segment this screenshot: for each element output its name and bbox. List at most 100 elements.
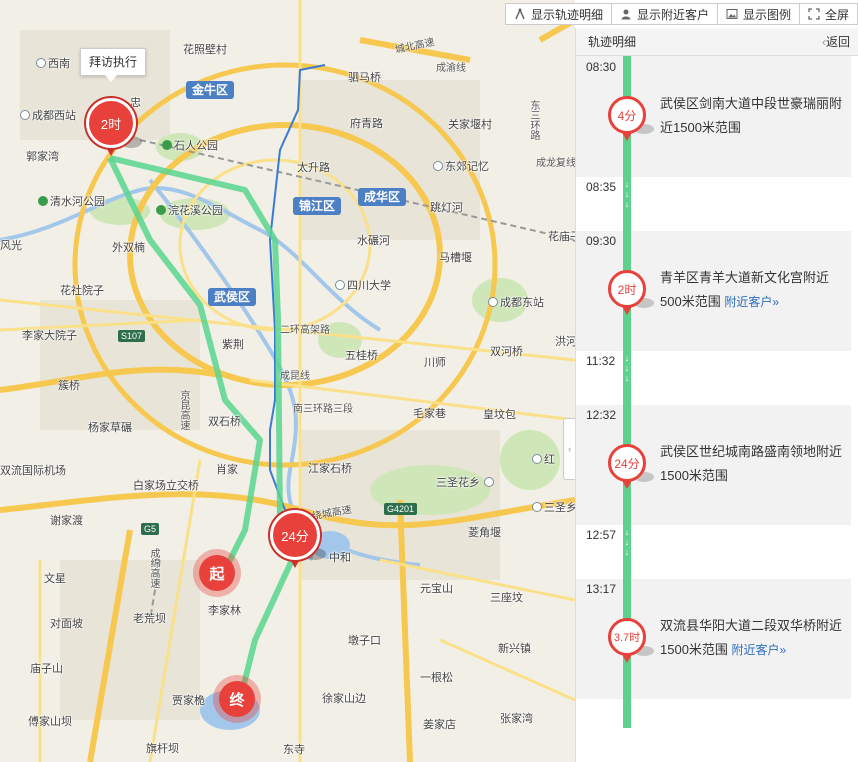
timeline-time: 08:35 [586, 180, 617, 194]
place-label: 张家湾 [500, 713, 533, 725]
start-marker[interactable]: 起 [199, 555, 235, 591]
stop-pin[interactable]: 24分 [270, 510, 326, 568]
fullscreen-label: 全屏 [824, 7, 849, 22]
place-label: 东郊记忆 [433, 161, 489, 173]
place-label: 郭家湾 [26, 151, 59, 163]
place-label: 李家大院子 [22, 330, 77, 342]
pin-label: 24分 [270, 510, 320, 560]
panel-header: 轨迹明细 ‹返回 [576, 28, 858, 56]
park-icon [38, 196, 48, 206]
place-label: 老荒坝 [133, 613, 166, 625]
stop-address: 武侯区世纪城南路盛南领地附近1500米范围 [660, 444, 843, 483]
place-label: 三座坟 [490, 592, 523, 604]
timeline: 08:30 08:35 09:30 11:32 12:32 12:57 13:1… [576, 56, 858, 728]
place-label: 白家场立交桥 [133, 480, 199, 492]
road-shield: G4201 [384, 503, 418, 515]
place-label: 李家林 [208, 605, 241, 617]
landmark-icon [532, 502, 542, 512]
university-icon [335, 280, 345, 290]
place-label: 双石桥 [208, 416, 241, 428]
timeline-gap [576, 177, 851, 231]
road-label: 东三环路 [528, 100, 539, 140]
show-track-detail-button[interactable]: 显示轨迹明细 [506, 4, 612, 24]
place-label: 洪河 [555, 336, 575, 348]
place-label: 簇桥 [58, 380, 80, 392]
place-label: 毛家巷 [413, 408, 446, 420]
landmark-icon [433, 161, 443, 171]
stop-pin-icon: 4分 [608, 96, 654, 144]
timeline-time: 12:57 [586, 528, 617, 542]
map-view[interactable]: 金牛区 锦江区 成华区 武侯区 花照壁村 西南 成都西站 忠 石人公园 郭家湾 … [0, 0, 575, 762]
stop-address: 青羊区青羊大道新文化宫附近500米范围 附近客户» [660, 270, 830, 309]
road-shield: G5 [141, 523, 160, 535]
road-label: 二环高架路 [280, 325, 330, 336]
district-jinjiang: 锦江区 [293, 197, 342, 215]
timeline-time: 08:30 [586, 60, 617, 74]
visit-tooltip: 拜访执行 [80, 48, 147, 82]
place-label: 旗杆坝 [146, 743, 179, 755]
landmark-icon [484, 477, 494, 487]
district-jinniu: 金牛区 [186, 81, 235, 99]
place-label: 驷马桥 [348, 72, 381, 84]
place-label: 庙子山 [30, 663, 63, 675]
park-icon [162, 140, 172, 150]
down-arrows-icon: ↓ ↓ ↓ [624, 179, 630, 209]
track-detail-panel: 轨迹明细 ‹返回 08:30 08:35 09:30 11:32 12:32 1… [575, 28, 858, 762]
stop-pin[interactable]: 2时 [86, 98, 142, 156]
place-label: 文星 [44, 573, 66, 585]
place-label: 贾家桅 [172, 695, 205, 707]
timeline-time: 12:32 [586, 408, 617, 422]
district-wuhou: 武侯区 [208, 288, 257, 306]
district-chenghua: 成华区 [358, 188, 407, 206]
place-label: 清水河公园 [38, 196, 105, 208]
timeline-time: 09:30 [586, 234, 617, 248]
place-label: 马槽堰 [439, 252, 472, 264]
place-label: 三圣乡 [532, 502, 575, 514]
place-label: 墩子口 [348, 635, 381, 647]
user-icon [620, 8, 632, 20]
place-label: 元宝山 [420, 583, 453, 595]
place-label: 关家堰村 [448, 119, 492, 131]
place-label: 外双楠 [112, 242, 145, 254]
back-button[interactable]: ‹返回 [822, 33, 850, 50]
nearby-customers-link[interactable]: 附近客户» [724, 295, 779, 309]
place-label: 新兴镇 [498, 643, 531, 655]
place-label: 傅家山坝 [28, 716, 72, 728]
stop-duration: 3.7时 [608, 618, 646, 656]
down-arrows-icon: ↓ ↓ ↓ [624, 353, 630, 383]
show-nearby-customers-button[interactable]: 显示附近客户 [612, 4, 718, 24]
place-label: 花社院子 [60, 285, 104, 297]
stop-duration: 4分 [608, 96, 646, 134]
place-label: 花照壁村 [183, 44, 227, 56]
place-label: 红 [532, 454, 555, 466]
place-label: 石人公园 [162, 140, 218, 152]
road-shield: S107 [118, 330, 146, 342]
place-label: 徐家山边 [322, 693, 366, 705]
place-label: 双流国际机场 [0, 465, 66, 477]
road-label: 成龙复线 [536, 158, 575, 169]
place-label: 肖家 [216, 464, 238, 476]
place-label: 中和 [329, 552, 351, 564]
panel-collapse-handle[interactable]: › [563, 418, 575, 480]
road-label: 南三环路三段 [293, 404, 353, 415]
place-label: 皇坟包 [483, 409, 516, 421]
place-label: 风光 [0, 240, 22, 252]
show-track-detail-label: 显示轨迹明细 [530, 7, 603, 22]
place-label: 成都东站 [488, 297, 544, 309]
fullscreen-icon [808, 8, 820, 20]
track-icon [514, 8, 526, 20]
back-label: 返回 [825, 35, 850, 49]
place-label: 府青路 [350, 118, 383, 130]
park-icon [156, 205, 166, 215]
fullscreen-button[interactable]: 全屏 [800, 4, 858, 24]
place-label: 菱角堰 [468, 527, 501, 539]
end-marker[interactable]: 终 [219, 681, 255, 717]
image-icon [726, 8, 738, 20]
show-legend-button[interactable]: 显示图例 [718, 4, 800, 24]
nearby-customers-link[interactable]: 附近客户» [732, 643, 787, 657]
stop-pin-icon: 3.7时 [608, 618, 654, 666]
place-label: 东寺 [283, 744, 305, 756]
down-arrows-icon: ↓ ↓ ↓ [624, 527, 630, 557]
pin-label: 2时 [86, 98, 136, 148]
place-label: 江家石桥 [308, 463, 352, 475]
